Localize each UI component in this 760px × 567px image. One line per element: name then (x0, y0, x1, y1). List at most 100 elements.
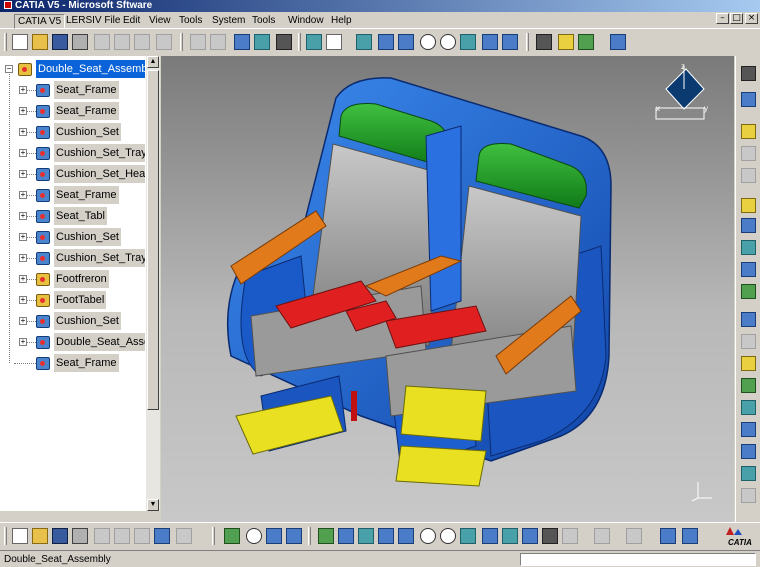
document-icon[interactable] (326, 34, 342, 50)
menu-tools-2[interactable]: Tools (249, 14, 278, 27)
fly-mode-icon[interactable] (356, 34, 372, 50)
expand-toggle[interactable]: + (19, 212, 27, 220)
menu-tools[interactable]: Tools (176, 14, 205, 27)
shaft-icon[interactable] (741, 262, 756, 277)
rotate-icon[interactable] (378, 34, 394, 50)
toolbar-grip[interactable] (180, 33, 183, 51)
pan-icon[interactable] (398, 34, 414, 50)
expand-toggle[interactable]: + (19, 86, 27, 94)
iso-view-icon[interactable] (482, 528, 498, 544)
3d-viewport[interactable]: z x y (161, 56, 734, 522)
tree-icon[interactable] (318, 528, 334, 544)
tree-node[interactable]: + FootTabel (14, 291, 159, 309)
expand-toggle[interactable]: + (19, 296, 27, 304)
pad-icon[interactable] (741, 218, 756, 233)
menu-window[interactable]: Window (285, 14, 327, 27)
command-input[interactable] (520, 553, 756, 566)
fly-icon[interactable] (338, 528, 354, 544)
compass-widget[interactable]: z x y (646, 62, 716, 124)
apply-material-icon[interactable] (578, 34, 594, 50)
line-icon[interactable] (741, 334, 756, 349)
hide-show-icon[interactable] (286, 528, 302, 544)
copy-icon[interactable] (114, 528, 130, 544)
zoom-out-icon[interactable] (440, 34, 456, 50)
hide-icon[interactable] (542, 528, 558, 544)
expand-toggle[interactable]: + (19, 317, 27, 325)
rotate-icon[interactable] (378, 528, 394, 544)
undo-icon[interactable] (156, 34, 172, 50)
save-icon[interactable] (52, 528, 68, 544)
update-icon[interactable] (306, 34, 322, 50)
catalog-icon[interactable] (594, 528, 610, 544)
chamfer-icon[interactable] (741, 422, 756, 437)
tree-node[interactable]: + Seat_Frame (14, 81, 159, 99)
open-folder-icon[interactable] (32, 528, 48, 544)
cut-icon[interactable] (94, 528, 110, 544)
quick-view-icon[interactable] (502, 528, 518, 544)
more-tools-icon[interactable] (741, 488, 756, 503)
normal-view-icon[interactable] (460, 34, 476, 50)
groove-icon[interactable] (741, 284, 756, 299)
forward-arrow-icon[interactable] (210, 34, 226, 50)
tree-scrollbar[interactable]: ▲ ▼ (145, 56, 160, 511)
sketch-icon[interactable] (741, 124, 756, 139)
close-button[interactable]: × (745, 13, 758, 24)
shading-icon[interactable] (522, 528, 538, 544)
swap-icon[interactable] (266, 528, 282, 544)
scroll-down-arrow-icon[interactable]: ▼ (147, 499, 159, 511)
arrow-icon[interactable] (741, 466, 756, 481)
zoom-out-icon[interactable] (440, 528, 456, 544)
tool-grey-icon[interactable] (741, 168, 756, 183)
fillet-icon[interactable] (741, 400, 756, 415)
expand-toggle[interactable]: + (19, 233, 27, 241)
toolbar-grip[interactable] (308, 527, 311, 545)
back-arrow-icon[interactable] (190, 34, 206, 50)
new-document-icon[interactable] (12, 528, 28, 544)
print-icon[interactable] (72, 528, 88, 544)
print-icon[interactable] (72, 34, 88, 50)
analysis-icon[interactable] (682, 528, 698, 544)
menu-lersiv-file[interactable]: LERSIV File (63, 14, 123, 27)
materials-icon[interactable] (558, 34, 574, 50)
tree-node[interactable]: + Footfreron (14, 270, 159, 288)
iso-view-icon[interactable] (482, 34, 498, 50)
tree-node[interactable]: + Cushion_Set (14, 312, 159, 330)
measure-icon[interactable] (660, 528, 676, 544)
save-icon[interactable] (52, 34, 68, 50)
constraint-icon[interactable] (741, 378, 756, 393)
measure-icon[interactable] (741, 66, 756, 81)
expand-toggle[interactable]: + (19, 275, 27, 283)
paste-icon[interactable] (134, 528, 150, 544)
restore-button[interactable]: □ (730, 13, 743, 24)
tree-node[interactable]: + Seat_Frame (14, 186, 159, 204)
normal-view-icon[interactable] (460, 528, 476, 544)
camera-icon[interactable] (276, 34, 292, 50)
expand-toggle[interactable]: + (19, 254, 27, 262)
collapse-toggle[interactable]: − (5, 65, 13, 73)
axis-system-icon[interactable] (741, 92, 756, 107)
options-icon[interactable] (626, 528, 642, 544)
fit-icon[interactable] (358, 528, 374, 544)
shading-icon[interactable] (502, 34, 518, 50)
menu-edit[interactable]: Edit (120, 14, 143, 27)
catalog-icon[interactable] (610, 34, 626, 50)
scroll-up-arrow-icon[interactable]: ▲ (147, 56, 159, 68)
fit-all-icon[interactable] (234, 34, 250, 50)
expand-toggle[interactable]: + (19, 170, 27, 178)
tree-node[interactable]: Seat_Frame (14, 354, 159, 372)
tree-node[interactable]: + Double_Seat_Asse (14, 333, 159, 351)
toolbar-grip[interactable] (298, 33, 301, 51)
expand-toggle[interactable]: + (19, 191, 27, 199)
toolbar-grip[interactable] (526, 33, 529, 51)
menu-view[interactable]: View (146, 14, 174, 27)
link-icon[interactable] (254, 34, 270, 50)
tree-node[interactable]: + Cushion_Set_Head (14, 165, 159, 183)
plane-icon[interactable] (741, 198, 756, 213)
pocket-icon[interactable] (741, 240, 756, 255)
tree-node[interactable]: + Cushion_Set_Tray (14, 249, 159, 267)
new-document-icon[interactable] (12, 34, 28, 50)
zoom-in-icon[interactable] (420, 34, 436, 50)
tree-node[interactable]: + Cushion_Set (14, 228, 159, 246)
expand-toggle[interactable]: + (19, 128, 27, 136)
point-icon[interactable] (741, 356, 756, 371)
